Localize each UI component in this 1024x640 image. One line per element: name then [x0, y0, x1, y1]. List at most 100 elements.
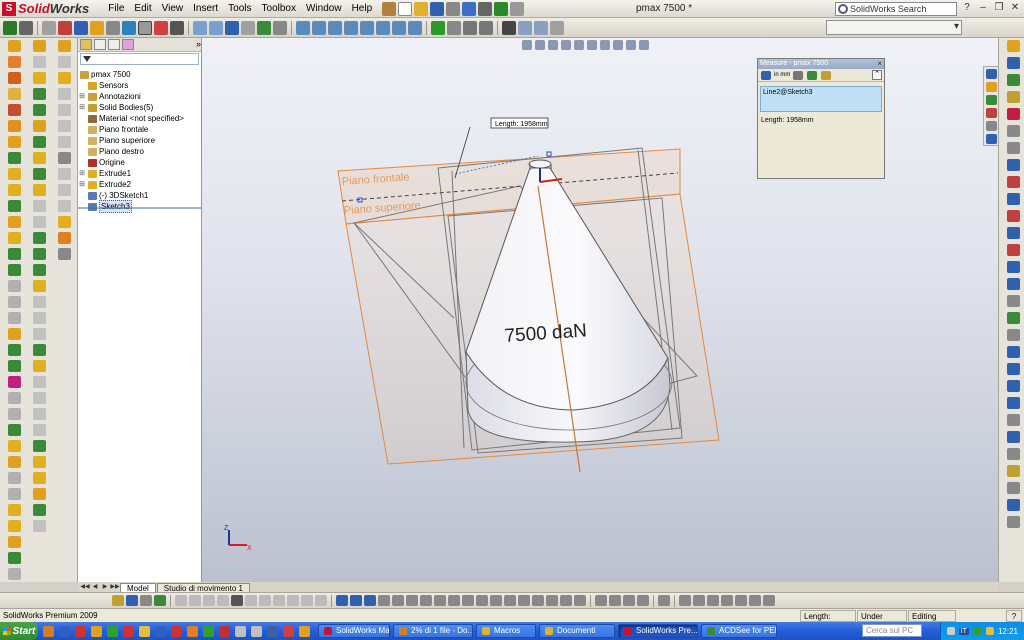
- ql-app7-icon[interactable]: [171, 625, 182, 637]
- ql-app9-icon[interactable]: [203, 625, 214, 637]
- costing-icon[interactable]: [57, 184, 71, 196]
- point-bottom-icon[interactable]: [273, 595, 285, 606]
- save-icon[interactable]: [430, 1, 445, 16]
- point-to-point-icon[interactable]: [807, 70, 818, 80]
- photoworks-icon[interactable]: [550, 20, 564, 35]
- view-top-icon[interactable]: [360, 20, 374, 35]
- parting-line-icon[interactable]: [32, 360, 46, 372]
- chamfer-icon[interactable]: [7, 152, 21, 164]
- base-flange-icon[interactable]: [32, 40, 46, 52]
- tab-scroll-last-icon[interactable]: ▶▶: [110, 583, 120, 592]
- tab-scroll-next-icon[interactable]: ▶: [100, 583, 110, 592]
- tray-arrow-icon[interactable]: [946, 627, 955, 635]
- measure-selection-item[interactable]: Line2@Sketch3: [763, 89, 813, 96]
- shaded-icon[interactable]: [985, 82, 997, 92]
- taskbar-item[interactable]: SolidWorks Pre...: [618, 624, 698, 638]
- ql-app12-icon[interactable]: [251, 625, 262, 637]
- toolbox-icon[interactable]: [57, 56, 71, 68]
- end-cap-icon[interactable]: [7, 488, 21, 500]
- menu-help[interactable]: Help: [347, 3, 378, 14]
- tab-scroll-prev-icon[interactable]: ◀: [90, 583, 100, 592]
- no-bends-icon[interactable]: [32, 216, 46, 228]
- view-bottom-icon[interactable]: [376, 20, 390, 35]
- file-explorer-icon[interactable]: [57, 88, 71, 100]
- sketched-bend-icon[interactable]: [32, 136, 46, 148]
- mirror-icon[interactable]: [7, 264, 21, 276]
- ql-app4-icon[interactable]: [123, 625, 134, 637]
- sketch-mirror-icon[interactable]: [1006, 363, 1020, 375]
- view-back-icon[interactable]: [312, 20, 326, 35]
- split-icon[interactable]: [7, 328, 21, 340]
- sketch-polygon-icon[interactable]: [1006, 278, 1020, 290]
- record-icon[interactable]: [463, 20, 477, 35]
- point-tool-icon[interactable]: [122, 20, 136, 35]
- projection-icon[interactable]: [821, 70, 832, 80]
- close-icon[interactable]: ✕: [1008, 2, 1022, 15]
- revolve-icon[interactable]: [7, 56, 21, 68]
- tray-app-icon[interactable]: [972, 627, 981, 635]
- centerline-bottom-icon[interactable]: [287, 595, 299, 606]
- cut-list-icon[interactable]: [7, 536, 21, 548]
- gusset-icon[interactable]: [7, 504, 21, 516]
- help-icon[interactable]: ?: [960, 2, 974, 15]
- smart-dim-icon[interactable]: [126, 595, 138, 606]
- ql-app14-icon[interactable]: [283, 625, 294, 637]
- sketch-relations-icon[interactable]: [1006, 431, 1020, 443]
- thicken-icon[interactable]: [7, 408, 21, 420]
- sketch-more-icon[interactable]: [1006, 516, 1020, 528]
- taskbar-item[interactable]: SolidWorks Macro...: [318, 624, 390, 638]
- rect-bottom-icon[interactable]: [189, 595, 201, 606]
- rebuild-bottom-icon[interactable]: [154, 595, 166, 606]
- tree-item[interactable]: Material <not specified>: [78, 113, 201, 124]
- evaluate-icon[interactable]: [257, 20, 271, 35]
- quick-snaps-icon[interactable]: [1006, 465, 1020, 477]
- open-folder-icon[interactable]: [414, 1, 429, 16]
- draft-icon[interactable]: [7, 200, 21, 212]
- tray-clock[interactable]: 12:21: [998, 627, 1018, 636]
- line-tool-icon[interactable]: [42, 20, 56, 35]
- edge-flange-icon[interactable]: [32, 72, 46, 84]
- property-manager-tab-icon[interactable]: [94, 39, 106, 50]
- select-cursor-icon[interactable]: [478, 1, 493, 16]
- collapse-dialog-button[interactable]: ⌃: [872, 70, 882, 80]
- sketch-ellipse-icon[interactable]: [1006, 244, 1020, 256]
- feature-tree-tab-icon[interactable]: [80, 39, 92, 50]
- wrap-icon[interactable]: [7, 312, 21, 324]
- thickness-analysis-icon[interactable]: [32, 488, 46, 500]
- weld-bead-icon[interactable]: [7, 520, 21, 532]
- print-icon[interactable]: [446, 1, 461, 16]
- start-button[interactable]: Start: [0, 622, 38, 640]
- ql-app5-icon[interactable]: [139, 625, 150, 637]
- sketch-icon[interactable]: [3, 20, 17, 35]
- front-icon[interactable]: [735, 595, 747, 606]
- view-left-icon[interactable]: [328, 20, 342, 35]
- render-icon[interactable]: [518, 20, 532, 35]
- tree-item[interactable]: ⊞ Extrude2: [78, 179, 201, 190]
- loft-icon[interactable]: [7, 88, 21, 100]
- menu-window[interactable]: Window: [301, 3, 347, 14]
- configuration-manager-tab-icon[interactable]: [108, 39, 120, 50]
- file-explorer-pane-icon[interactable]: [1006, 74, 1020, 86]
- custom-properties-icon[interactable]: [57, 136, 71, 148]
- rollback-bar[interactable]: [78, 207, 201, 209]
- tree-root[interactable]: pmax 7500: [78, 69, 201, 80]
- circle-tool-icon[interactable]: [74, 20, 88, 35]
- filter-surface-icon[interactable]: [448, 595, 460, 606]
- status-help-icon[interactable]: ?: [1006, 610, 1022, 622]
- design-library-icon[interactable]: [57, 72, 71, 84]
- line-bottom-icon[interactable]: [175, 595, 187, 606]
- move-copy-icon[interactable]: [7, 360, 21, 372]
- expand-plus-icon[interactable]: ⊞: [78, 179, 86, 190]
- tree-item[interactable]: ⊞ Solid Bodies(5): [78, 102, 201, 113]
- new-document-icon[interactable]: [398, 1, 413, 16]
- view-palette-icon[interactable]: [57, 104, 71, 116]
- tree-item[interactable]: Piano superiore: [78, 135, 201, 146]
- rebuild-icon[interactable]: [494, 1, 509, 16]
- play-icon[interactable]: [431, 20, 445, 35]
- design-library-pane-icon[interactable]: [1006, 57, 1020, 69]
- filter-plane-icon[interactable]: [490, 595, 502, 606]
- structural-member-icon[interactable]: [7, 456, 21, 468]
- convert-icon[interactable]: [32, 56, 46, 68]
- tree-item[interactable]: (-) 3DSketch1: [78, 190, 201, 201]
- revolve-cut-icon[interactable]: [7, 120, 21, 132]
